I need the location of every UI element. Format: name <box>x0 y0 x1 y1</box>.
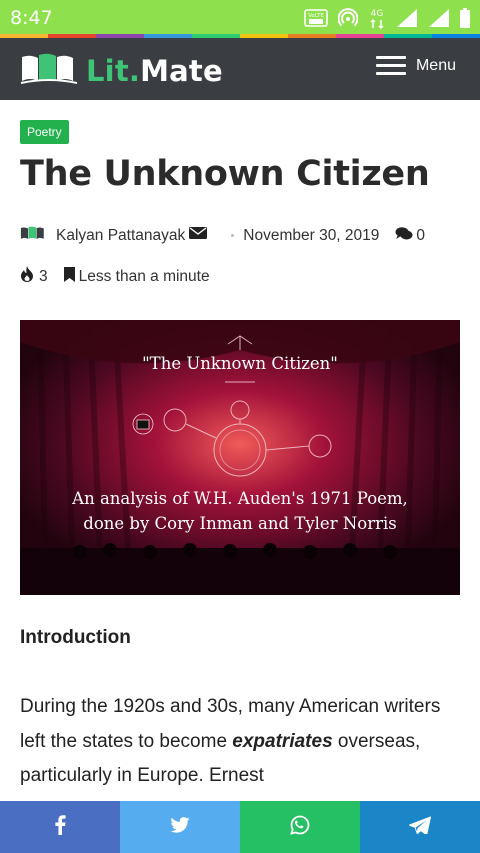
hamburger-icon <box>375 56 406 76</box>
twitter-icon <box>170 816 190 838</box>
network-type-icon: 4G <box>368 7 386 29</box>
battery-icon <box>460 8 470 28</box>
share-telegram-button[interactable] <box>360 801 480 853</box>
section-heading: Introduction <box>20 627 131 648</box>
signal-icon-sim2 <box>428 8 450 28</box>
share-twitter-button[interactable] <box>120 801 240 853</box>
signal-icon-sim1 <box>396 8 418 28</box>
network-label: 4G <box>371 9 384 19</box>
post-meta: Kalyan Pattanayak November 30, 2019 0 <box>20 222 425 249</box>
volte-label: VoLTE <box>308 13 324 19</box>
site-name: Lit.Mate <box>86 54 223 88</box>
facebook-icon <box>54 814 66 840</box>
site-name-main: Mate <box>140 53 223 88</box>
site-header: Lit.Mate Menu <box>0 38 480 100</box>
status-icons: VoLTE 4G <box>304 7 470 29</box>
site-name-accent: Lit. <box>86 53 141 88</box>
whatsapp-icon <box>290 815 310 840</box>
volte-icon: VoLTE <box>304 9 328 27</box>
status-time: 8:47 <box>10 7 53 29</box>
open-books-icon <box>20 51 78 90</box>
featured-image-title: "The Unknown Citizen" <box>142 354 338 373</box>
share-facebook-button[interactable] <box>0 801 120 853</box>
comments-count[interactable]: 0 <box>416 227 425 245</box>
category-badge[interactable]: Poetry <box>20 120 69 144</box>
status-bar: 8:47 VoLTE 4G <box>0 0 480 34</box>
article-paragraph: During the 1920s and 30s, many American … <box>20 690 460 794</box>
comments-icon[interactable] <box>395 226 413 246</box>
share-bar <box>0 801 480 853</box>
hotspot-icon <box>338 8 358 28</box>
site-logo[interactable]: Lit.Mate <box>20 51 223 90</box>
featured-caption-line1: An analysis of W.H. Auden's 1971 Poem, <box>72 489 408 508</box>
author-avatar[interactable] <box>20 222 46 249</box>
post-date: November 30, 2019 <box>243 226 380 244</box>
share-whatsapp-button[interactable] <box>240 801 360 853</box>
fire-icon <box>20 266 34 287</box>
author-name[interactable]: Kalyan Pattanayak <box>56 227 185 245</box>
menu-button[interactable]: Menu <box>375 56 456 76</box>
telegram-icon <box>409 816 431 839</box>
featured-image[interactable]: "The Unknown Citizen" An analysis of W.H… <box>20 320 460 595</box>
paragraph-emphasis: expatriates <box>232 730 333 752</box>
menu-label: Menu <box>415 57 456 74</box>
featured-caption-line2: done by Cory Inman and Tyler Norris <box>83 514 397 533</box>
featured-image-caption: An analysis of W.H. Auden's 1971 Poem, d… <box>20 486 460 536</box>
views-count: 3 <box>39 267 48 285</box>
read-time: Less than a minute <box>78 267 210 285</box>
meta-separator <box>231 234 235 237</box>
post-stats: 3 Less than a minute <box>20 266 210 287</box>
post-title: The Unknown Citizen <box>20 154 430 194</box>
envelope-icon[interactable] <box>189 226 208 245</box>
bookmark-icon <box>63 266 75 287</box>
